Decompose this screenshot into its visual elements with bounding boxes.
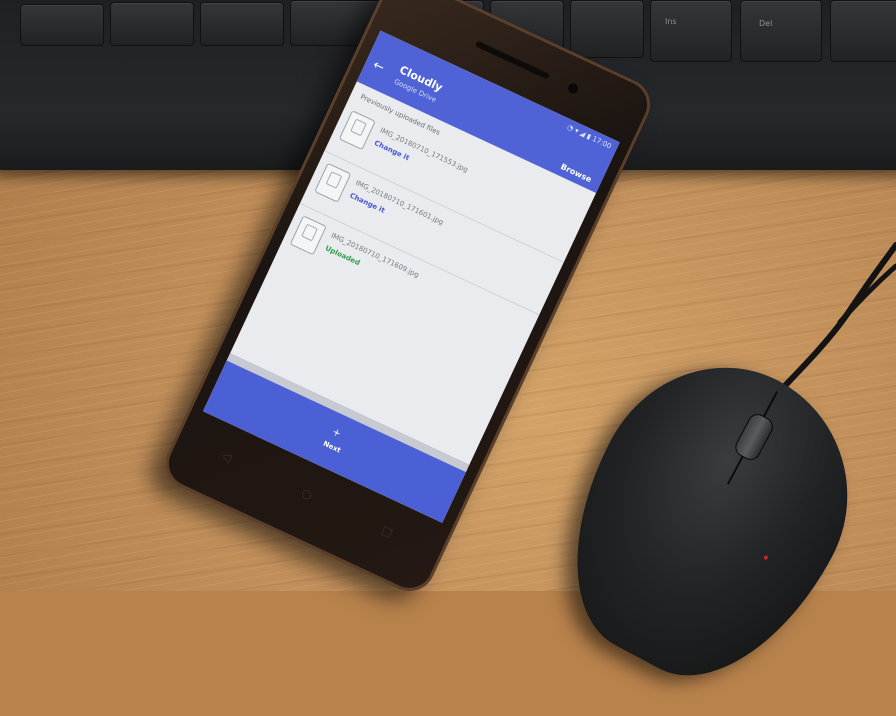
arrow-left-icon[interactable]: ← [370,58,386,76]
phone-speaker [474,40,550,80]
status-bar-icons: ◔ ▾ ◢ ▮ 17:00 [565,123,613,151]
recents-nav-icon[interactable]: □ [379,523,395,540]
keyboard-key [830,0,896,62]
home-nav-icon[interactable]: ○ [299,485,314,502]
key-legend: Ins [665,17,677,26]
back-nav-icon[interactable]: ◁ [220,448,234,465]
mouse-led [763,554,769,561]
key-legend: Del [759,19,773,28]
phone-camera [566,81,580,96]
keyboard-key-ins: Ins [650,0,732,62]
keyboard-key-del: Del [740,0,822,62]
file-icon [314,162,352,203]
browse-button[interactable]: Browse [559,162,593,184]
keyboard-key [570,0,644,58]
keyboard-key [20,4,104,46]
keyboard-key [110,2,194,46]
scroll-wheel [731,410,777,464]
file-icon [338,110,376,151]
keyboard-key [200,2,284,46]
plus-icon: + [330,426,343,440]
file-icon [289,215,327,256]
